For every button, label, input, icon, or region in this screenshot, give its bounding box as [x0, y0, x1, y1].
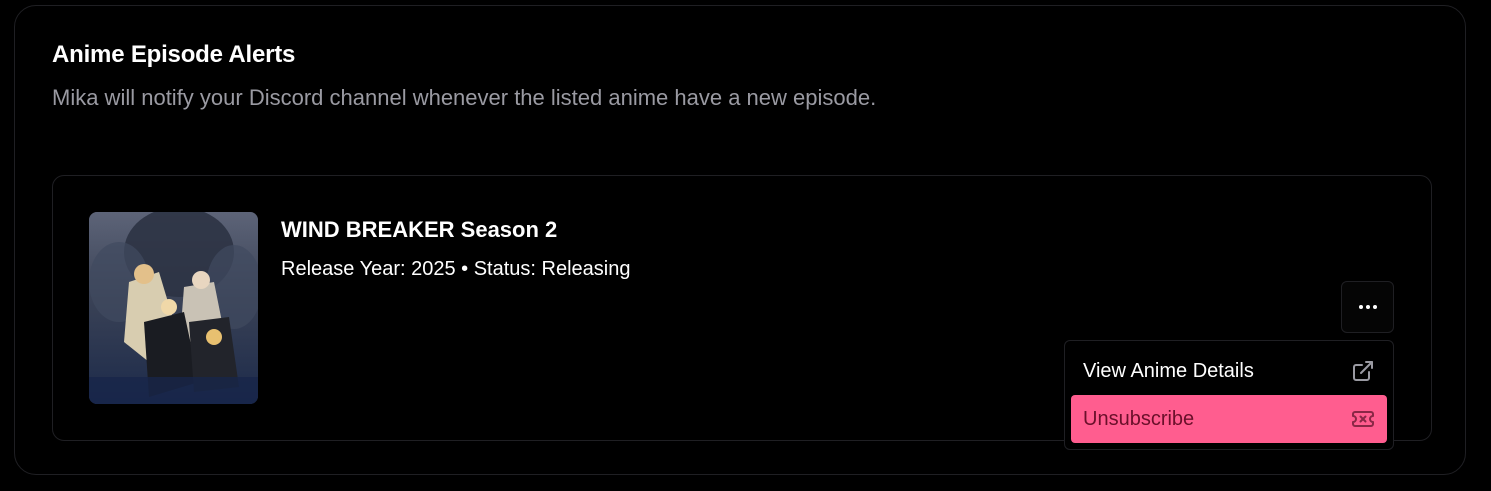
panel-subtitle: Mika will notify your Discord channel wh… — [52, 85, 877, 110]
actions-dropdown-menu: View Anime Details Unsubscribe — [1064, 340, 1394, 450]
view-anime-details-label: View Anime Details — [1083, 359, 1254, 382]
anime-meta: Release Year: 2025 • Status: Releasing — [281, 258, 631, 280]
ticket-x-icon — [1352, 411, 1374, 427]
anime-title: WIND BREAKER Season 2 — [281, 217, 558, 242]
unsubscribe-menu-item[interactable]: Unsubscribe — [1071, 395, 1387, 443]
unsubscribe-label: Unsubscribe — [1083, 407, 1195, 430]
anime-cover-image — [89, 212, 258, 404]
external-link-icon — [1353, 361, 1373, 381]
more-actions-button[interactable] — [1341, 281, 1394, 333]
ellipsis-icon — [1358, 305, 1377, 309]
view-anime-details-menu-item[interactable]: View Anime Details — [1071, 347, 1387, 395]
panel-title: Anime Episode Alerts — [52, 41, 296, 68]
